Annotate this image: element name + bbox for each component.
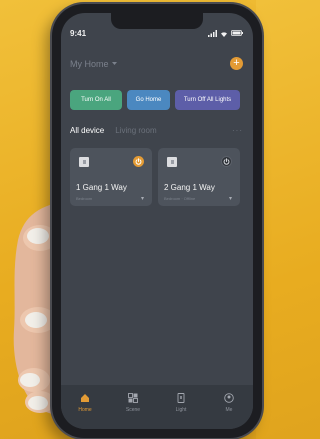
tab-me-label: Me bbox=[225, 407, 233, 413]
power-button[interactable] bbox=[221, 156, 232, 167]
home-header: My Home + bbox=[70, 57, 243, 70]
tab-scene[interactable]: Scene bbox=[113, 392, 153, 429]
tab-living-room[interactable]: Living room bbox=[115, 126, 156, 135]
tab-home-label: Home bbox=[78, 407, 92, 413]
phone-frame: 9:41 My Home + Turn On All Go Home Turn … bbox=[52, 4, 262, 438]
app-screen: 9:41 My Home + Turn On All Go Home Turn … bbox=[61, 13, 253, 429]
device-more-icon[interactable]: ▾ bbox=[141, 195, 144, 202]
tab-light[interactable]: Light bbox=[161, 392, 201, 429]
home-name: My Home bbox=[70, 58, 109, 69]
status-bar: 9:41 bbox=[70, 27, 243, 39]
bottom-tab-bar: Home Scene Light Me bbox=[61, 385, 253, 429]
scene-go-home-button[interactable]: Go Home bbox=[127, 90, 170, 110]
device-grid: 1 Gang 1 Way Bedroom ▾ 2 Gang 1 Way Bedr… bbox=[70, 148, 243, 206]
tab-scene-label: Scene bbox=[125, 407, 141, 413]
device-card[interactable]: 1 Gang 1 Way Bedroom ▾ bbox=[70, 148, 152, 206]
tab-home[interactable]: Home bbox=[65, 392, 105, 429]
battery-icon bbox=[231, 30, 243, 36]
more-icon[interactable]: ··· bbox=[232, 126, 243, 135]
tab-all-device[interactable]: All device bbox=[70, 126, 104, 135]
wifi-icon bbox=[221, 31, 227, 37]
chevron-down-icon bbox=[111, 62, 117, 65]
switch-icon bbox=[167, 157, 177, 167]
device-card[interactable]: 2 Gang 1 Way Bedroom · Offline ▾ bbox=[158, 148, 240, 206]
me-icon bbox=[224, 392, 235, 403]
tab-light-label: Light bbox=[175, 407, 187, 413]
home-selector[interactable]: My Home bbox=[70, 59, 117, 69]
device-name: 1 Gang 1 Way bbox=[76, 183, 127, 192]
device-name: 2 Gang 1 Way bbox=[164, 183, 215, 192]
power-icon bbox=[223, 158, 230, 165]
tab-me[interactable]: Me bbox=[209, 392, 249, 429]
switch-icon bbox=[79, 157, 89, 167]
add-device-button[interactable]: + bbox=[230, 57, 243, 70]
signal-icon bbox=[208, 29, 217, 37]
power-icon bbox=[135, 158, 142, 165]
device-more-icon[interactable]: ▾ bbox=[229, 195, 232, 202]
light-icon bbox=[176, 392, 187, 403]
scene-turn-on-all-button[interactable]: Turn On All bbox=[70, 90, 122, 110]
device-status: Bedroom bbox=[76, 196, 93, 201]
device-status: Bedroom · Offline bbox=[164, 196, 196, 201]
scene-turn-off-all-lights-button[interactable]: Turn Off All Lights bbox=[175, 90, 240, 110]
home-icon bbox=[80, 392, 91, 403]
room-tabs: All device Living room ··· bbox=[70, 126, 243, 135]
power-button[interactable] bbox=[133, 156, 144, 167]
scene-shortcuts: Turn On All Go Home Turn Off All Lights bbox=[70, 90, 243, 110]
status-icons bbox=[208, 29, 243, 37]
scene-icon bbox=[128, 392, 139, 403]
status-time: 9:41 bbox=[70, 28, 87, 38]
